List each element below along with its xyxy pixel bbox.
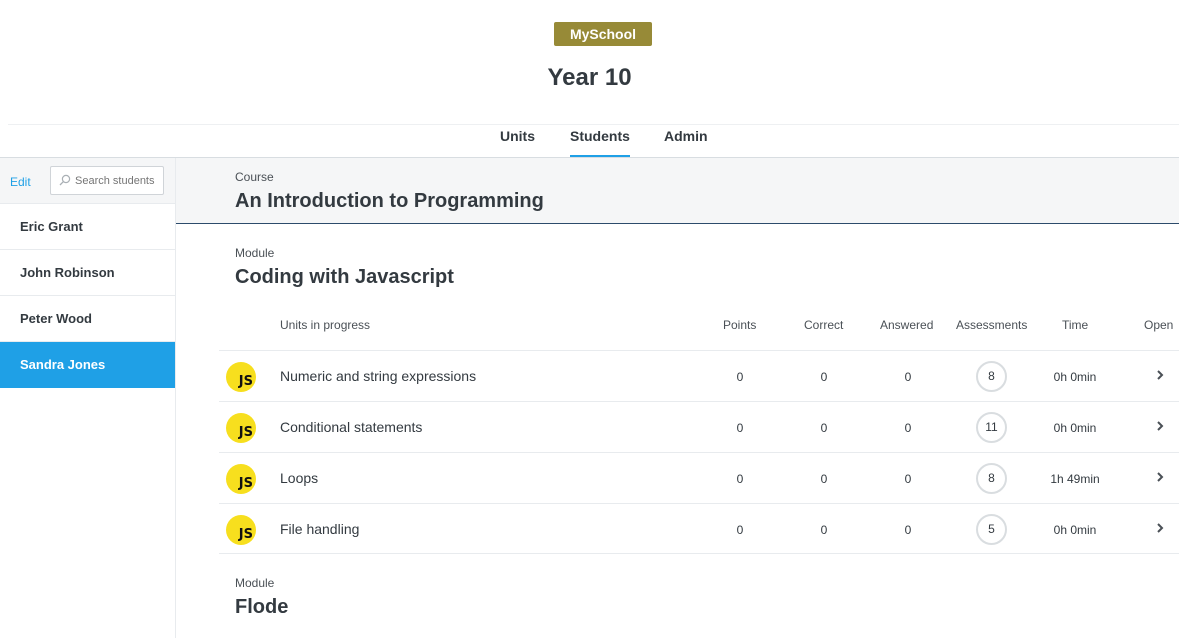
js-icon-label: JS: [238, 476, 253, 491]
column-header-assessments: Assessments: [956, 318, 1028, 332]
table-row[interactable]: JS Loops 0 0 0 8 1h 49min: [219, 452, 1179, 503]
answered-value: 0: [904, 472, 912, 486]
student-item[interactable]: John Robinson: [0, 250, 175, 296]
unit-name[interactable]: Numeric and string expressions: [280, 368, 476, 384]
student-item[interactable]: Eric Grant: [0, 204, 175, 250]
column-header-unit: Units in progress: [280, 318, 371, 332]
js-icon-label: JS: [238, 527, 253, 542]
column-header-correct: Correct: [804, 318, 844, 332]
js-icon-label: JS: [238, 425, 253, 440]
module-label: Module: [235, 576, 275, 590]
chevron-right-icon[interactable]: [1154, 521, 1166, 535]
unit-name[interactable]: Loops: [280, 470, 318, 486]
table-row[interactable]: JS Conditional statements 0 0 0 11 0h 0m…: [219, 401, 1179, 452]
table-row[interactable]: JS Numeric and string expressions 0 0 0 …: [219, 350, 1179, 401]
student-item[interactable]: Peter Wood: [0, 296, 175, 342]
correct-value: 0: [820, 472, 828, 486]
module-title: Flode: [235, 596, 289, 618]
answered-value: 0: [904, 421, 912, 435]
correct-value: 0: [820, 421, 828, 435]
tab-admin[interactable]: Admin: [664, 128, 708, 158]
sidebar-toolbar: Edit: [0, 158, 175, 204]
column-header-open: Open: [1144, 318, 1174, 332]
app-header: MySchool Year 10 Units Students Admin: [0, 0, 1179, 158]
search-icon: [59, 174, 71, 186]
chevron-right-icon[interactable]: [1154, 419, 1166, 433]
search-input[interactable]: [75, 171, 161, 191]
tab-units[interactable]: Units: [500, 128, 535, 158]
brand-badge[interactable]: MySchool: [554, 22, 652, 46]
time-value: 1h 49min: [1050, 472, 1100, 486]
column-header-points: Points: [723, 318, 757, 332]
correct-value: 0: [820, 523, 828, 537]
points-value: 0: [736, 472, 744, 486]
js-icon: JS: [226, 413, 256, 443]
student-item-selected[interactable]: Sandra Jones: [0, 342, 175, 388]
points-value: 0: [736, 421, 744, 435]
student-sidebar: Edit Eric Grant John Robinson Peter Wood…: [0, 158, 176, 638]
answered-value: 0: [904, 370, 912, 384]
js-icon: JS: [226, 515, 256, 545]
assessments-count: 8: [976, 361, 1007, 392]
module-title: Coding with Javascript: [235, 266, 454, 288]
column-header-time: Time: [1062, 318, 1089, 332]
edit-button[interactable]: Edit: [10, 175, 31, 189]
points-value: 0: [736, 523, 744, 537]
module-label: Module: [235, 246, 275, 260]
time-value: 0h 0min: [1053, 523, 1097, 537]
tab-bar: Units Students Admin: [0, 128, 1179, 158]
course-label: Course: [235, 170, 274, 184]
page-title: Year 10: [547, 64, 632, 91]
chevron-right-icon[interactable]: [1154, 368, 1166, 382]
course-title: An Introduction to Programming: [235, 190, 544, 212]
divider: [8, 124, 1179, 125]
assessments-count: 8: [976, 463, 1007, 494]
js-icon-label: JS: [238, 374, 253, 389]
table-row[interactable]: JS File handling 0 0 0 5 0h 0min: [219, 503, 1179, 554]
js-icon: JS: [226, 362, 256, 392]
chevron-right-icon[interactable]: [1154, 470, 1166, 484]
points-value: 0: [736, 370, 744, 384]
correct-value: 0: [820, 370, 828, 384]
assessments-count: 5: [976, 514, 1007, 545]
time-value: 0h 0min: [1053, 421, 1097, 435]
search-box[interactable]: [50, 166, 164, 195]
time-value: 0h 0min: [1053, 370, 1097, 384]
js-icon: JS: [226, 464, 256, 494]
column-header-answered: Answered: [880, 318, 934, 332]
assessments-count: 11: [976, 412, 1007, 443]
answered-value: 0: [904, 523, 912, 537]
unit-name[interactable]: File handling: [280, 521, 359, 537]
tab-students[interactable]: Students: [570, 128, 630, 158]
unit-name[interactable]: Conditional statements: [280, 419, 422, 435]
